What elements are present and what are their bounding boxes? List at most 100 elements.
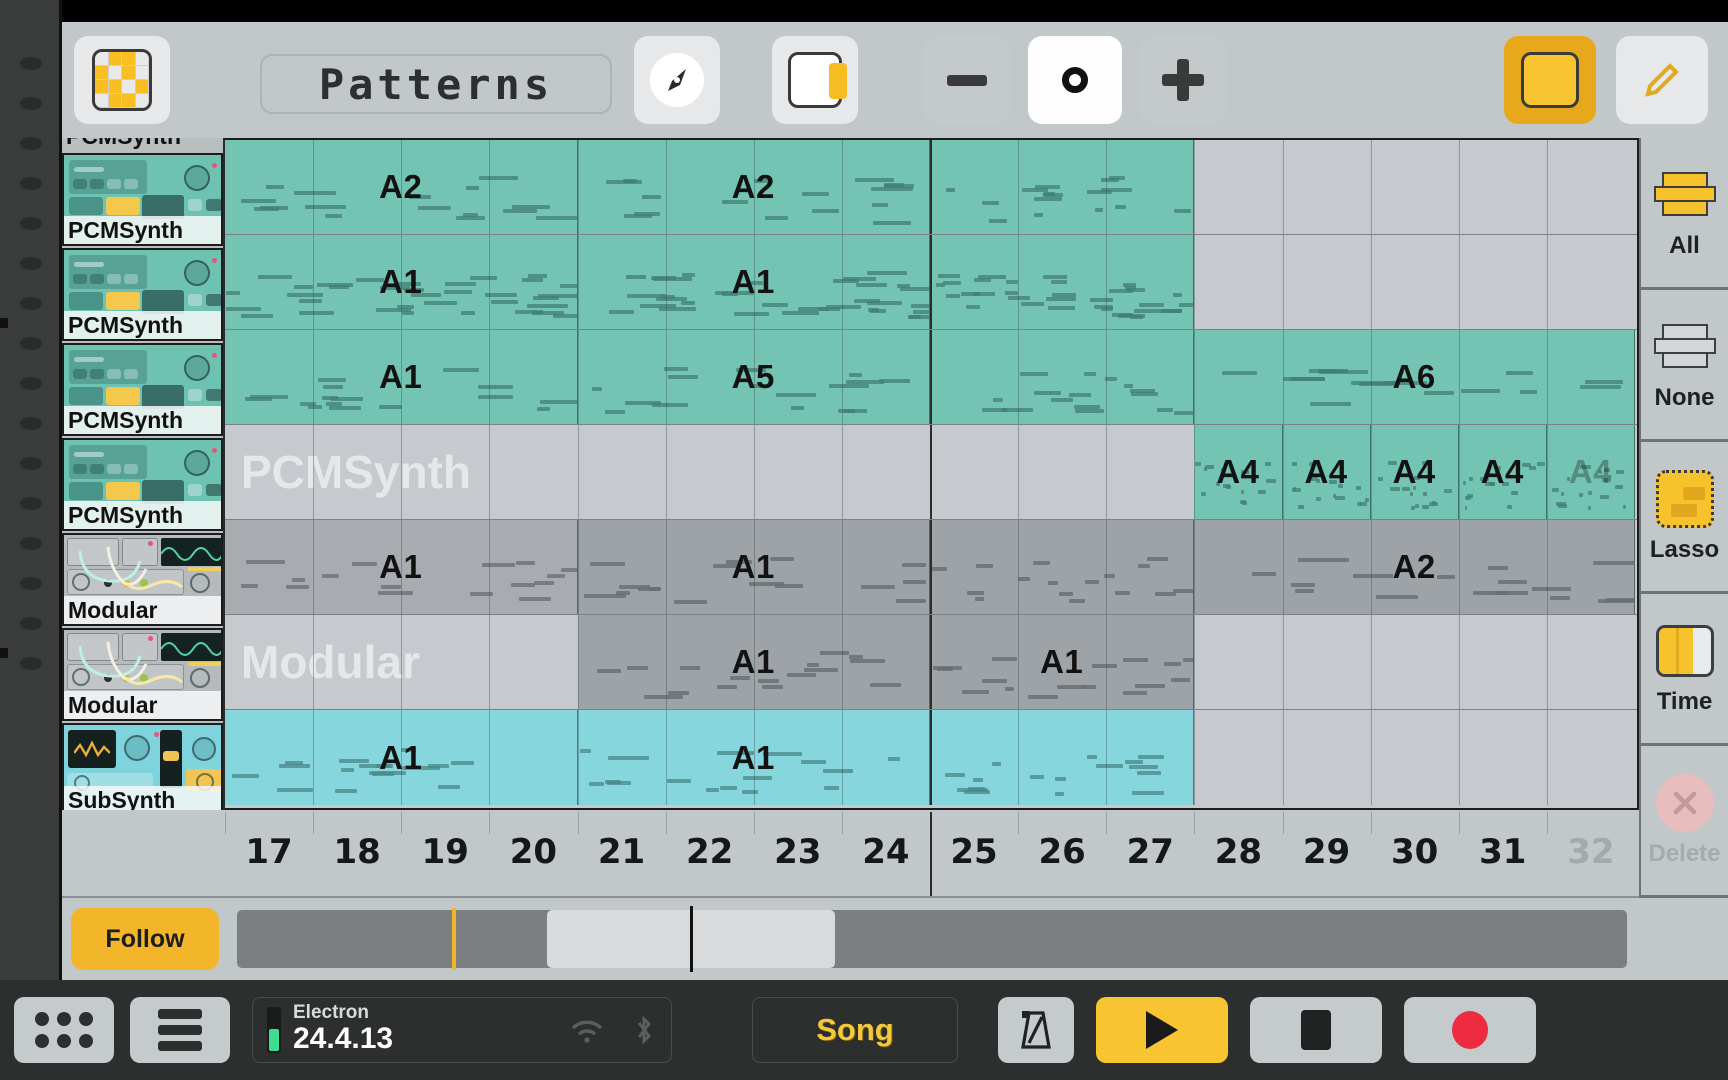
firmware-version: 24.4.13 xyxy=(293,1022,394,1056)
track-header[interactable]: PCMSynth xyxy=(62,138,223,151)
pattern-clip[interactable]: A4 xyxy=(1370,425,1459,519)
page-title: Patterns xyxy=(260,54,612,114)
track-lane[interactable]: A1 A5 A6 xyxy=(225,330,1637,425)
track-header[interactable]: Modular xyxy=(62,533,223,626)
pattern-clip[interactable]: A4 xyxy=(1546,425,1635,519)
device-status[interactable]: Electron 24.4.13 xyxy=(252,997,672,1063)
wifi-icon xyxy=(571,1020,603,1043)
pattern-clip[interactable]: A1 xyxy=(225,710,578,805)
track-lane[interactable]: A1 A1 xyxy=(225,710,1637,805)
track-lane[interactable]: A2 A2 xyxy=(225,140,1637,235)
zoom-out-button[interactable] xyxy=(924,36,1010,124)
side-panel-label: All xyxy=(1669,232,1700,259)
pointer-tool-icon xyxy=(650,53,704,107)
pattern-clip[interactable] xyxy=(930,330,1195,424)
side-panel-toggle-button[interactable] xyxy=(772,36,858,124)
side-panel-delete-button: Delete xyxy=(1641,746,1728,898)
stop-button[interactable] xyxy=(1250,997,1382,1063)
rail-dot xyxy=(20,257,42,270)
pattern-clip[interactable]: A5 xyxy=(577,330,930,424)
rail-dot xyxy=(20,57,42,70)
zoom-level-button[interactable] xyxy=(1028,36,1122,124)
side-panel-all-button[interactable]: All xyxy=(1641,138,1728,290)
top-toolbar: Patterns xyxy=(62,22,1728,138)
ruler-tick xyxy=(753,812,755,834)
track-header[interactable]: PCMSynth xyxy=(62,438,223,531)
track-lane[interactable]: Modular A1 A1 xyxy=(225,615,1637,710)
metronome-button[interactable] xyxy=(998,997,1074,1063)
selection-side-panel: All None Lasso Time Delete xyxy=(1639,138,1728,898)
plus-icon xyxy=(1162,59,1204,101)
pattern-clip[interactable]: A2 xyxy=(225,140,578,234)
horizontal-scrollbar[interactable] xyxy=(237,906,1627,972)
rail-dot xyxy=(20,337,42,350)
lasso-select-icon xyxy=(1655,470,1714,528)
pattern-clip[interactable]: A1 xyxy=(577,520,930,614)
pattern-clip[interactable]: A1 xyxy=(577,710,930,805)
pattern-clip[interactable]: A6 xyxy=(1194,330,1635,424)
follow-button[interactable]: Follow xyxy=(71,908,219,970)
side-panel-label: Lasso xyxy=(1649,536,1720,563)
clip-label: A5 xyxy=(731,358,775,395)
battery-icon xyxy=(267,1007,281,1053)
play-button[interactable] xyxy=(1096,997,1228,1063)
pattern-clip[interactable]: A1 xyxy=(225,520,578,614)
device-screen: Patterns PCMSynth PCMSynth PCMSynth PCMS… xyxy=(62,22,1728,980)
track-header[interactable]: SubSynth xyxy=(62,723,223,810)
pattern-clip[interactable] xyxy=(930,710,1195,805)
track-lane[interactable]: PCMSynth A4 A4 A4 A4 A4 xyxy=(225,425,1637,520)
pattern-clip[interactable] xyxy=(930,520,1195,614)
track-header[interactable]: PCMSynth xyxy=(62,343,223,436)
zoom-in-button[interactable] xyxy=(1140,36,1226,124)
color-swatch-button[interactable] xyxy=(1504,36,1596,124)
apps-button[interactable] xyxy=(14,997,114,1063)
ruler-tick xyxy=(1458,812,1460,834)
side-panel-icon xyxy=(788,52,847,108)
pattern-clip[interactable]: A1 xyxy=(930,615,1195,709)
track-header[interactable]: PCMSynth xyxy=(62,153,223,246)
track-name: Modular xyxy=(64,690,221,719)
track-header-list[interactable]: PCMSynth PCMSynth PCMSynth PCMSynth Modu… xyxy=(62,138,225,810)
track-name: PCMSynth xyxy=(64,500,221,529)
pattern-clip[interactable]: A4 xyxy=(1194,425,1283,519)
pattern-clip[interactable] xyxy=(930,140,1195,234)
clip-label: A4 xyxy=(1304,453,1348,490)
rail-dot xyxy=(20,457,42,470)
pattern-grid[interactable]: A2 A2 A1 A1 A1 A5 A6 PCMSynth A4 A4 A4 A… xyxy=(225,138,1639,810)
side-panel-time-button[interactable]: Time xyxy=(1641,594,1728,746)
track-header[interactable]: Modular xyxy=(62,628,223,721)
record-button[interactable] xyxy=(1404,997,1536,1063)
pointer-tool-button[interactable] xyxy=(634,36,720,124)
pattern-clip[interactable]: A1 xyxy=(225,330,578,424)
pattern-clip[interactable]: A4 xyxy=(1458,425,1547,519)
ruler-tick xyxy=(1018,812,1020,834)
side-panel-none-button[interactable]: None xyxy=(1641,290,1728,442)
track-lane[interactable]: A1 A1 xyxy=(225,520,1637,615)
pattern-clip[interactable]: A2 xyxy=(577,140,930,234)
ruler-tick xyxy=(1194,812,1196,834)
track-lane[interactable]: A1 A1 xyxy=(225,235,1637,330)
clip-label: A4 xyxy=(1568,453,1613,490)
pattern-clip[interactable]: A1 xyxy=(577,235,930,329)
pattern-clip[interactable]: A1 xyxy=(577,615,930,709)
pattern-grid-button[interactable] xyxy=(74,36,170,124)
pattern-clip[interactable]: A4 xyxy=(1282,425,1371,519)
pattern-clip[interactable]: A1 xyxy=(225,235,578,329)
pattern-grid-icon xyxy=(92,49,152,111)
edit-pencil-button[interactable] xyxy=(1616,36,1708,124)
ruler-bar-number: 29 xyxy=(1302,832,1351,872)
song-mode-button[interactable]: Song xyxy=(752,997,958,1063)
pattern-clip[interactable] xyxy=(930,235,1195,329)
timeline-ruler[interactable]: 17 18 19 20 21 22 23 24 25 26 27 28 29 30 31 32 xyxy=(62,812,1639,898)
menu-button[interactable] xyxy=(130,997,230,1063)
ruler-bar-number: 32 xyxy=(1567,832,1615,872)
pattern-clip[interactable]: A2 xyxy=(1194,520,1635,614)
time-select-icon xyxy=(1655,625,1714,677)
clip-note-preview xyxy=(930,710,1193,805)
clip-note-preview xyxy=(930,520,1194,614)
track-header[interactable]: PCMSynth xyxy=(62,248,223,341)
side-panel-lasso-button[interactable]: Lasso xyxy=(1641,442,1728,594)
track-name: PCMSynth xyxy=(64,405,221,434)
stop-icon xyxy=(1301,1010,1331,1050)
circle-zoom-icon xyxy=(1062,67,1088,93)
